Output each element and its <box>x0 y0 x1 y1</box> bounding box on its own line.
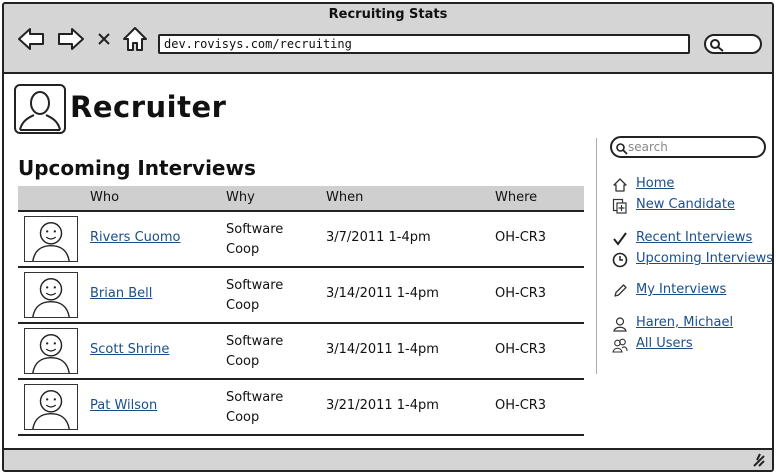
interview-date: 3/14/2011 1-4pm <box>326 342 439 357</box>
search-icon <box>616 143 628 155</box>
home-button[interactable] <box>120 26 150 52</box>
user-silhouette-icon <box>14 84 66 134</box>
search-input[interactable] <box>628 139 758 155</box>
forward-button[interactable] <box>56 26 86 52</box>
reason-line: Software <box>226 222 284 237</box>
clock-icon <box>612 252 628 268</box>
reason-line: Coop <box>226 410 260 425</box>
back-button[interactable] <box>16 26 46 52</box>
interview-date: 3/14/2011 1-4pm <box>326 286 439 301</box>
user-icon <box>613 317 627 332</box>
reason-line: Software <box>226 278 284 293</box>
column-header-who: Who <box>90 190 120 205</box>
reason-line: Software <box>226 334 284 349</box>
sidebar-item-label: New Candidate <box>636 197 735 212</box>
window-title: Recruiting Stats <box>328 7 448 22</box>
interview-reason: Software Coop <box>226 332 306 372</box>
resize-grip-icon[interactable] <box>750 452 766 468</box>
table-header: Who Why When Where <box>18 186 584 210</box>
search-icon <box>710 39 724 52</box>
section-title: Upcoming Interviews <box>18 156 256 180</box>
interview-date: 3/7/2011 1-4pm <box>326 230 431 245</box>
column-header-why: Why <box>226 190 255 205</box>
candidate-link[interactable]: Scott Shrine <box>90 342 169 357</box>
avatar <box>24 272 78 318</box>
browser-search-button[interactable] <box>704 34 762 54</box>
table-row: Rivers Cuomo Software Coop 3/7/2011 1-4p… <box>18 210 584 266</box>
sidebar-item-label: Upcoming Interviews <box>636 251 773 266</box>
column-header-when: When <box>326 190 364 205</box>
users-icon <box>612 338 628 353</box>
table-bottom-border <box>18 434 584 436</box>
reason-line: Coop <box>226 354 260 369</box>
candidate-link[interactable]: Pat Wilson <box>90 398 157 413</box>
table-row: Scott Shrine Software Coop 3/14/2011 1-4… <box>18 322 584 378</box>
interview-reason: Software Coop <box>226 220 306 260</box>
sidebar-item-label: Recent Interviews <box>636 230 753 245</box>
sidebar-item-label: My Interviews <box>636 282 727 297</box>
app-title: Recruiter <box>70 90 227 124</box>
avatar <box>24 216 78 262</box>
candidate-link[interactable]: Brian Bell <box>90 286 152 301</box>
reason-line: Software <box>226 390 284 405</box>
home-icon <box>613 178 627 192</box>
avatar <box>24 384 78 430</box>
interview-date: 3/21/2011 1-4pm <box>326 398 439 413</box>
avatar <box>24 328 78 374</box>
sidebar-search[interactable] <box>610 136 766 158</box>
candidate-link[interactable]: Rivers Cuomo <box>90 230 180 245</box>
table-row: Pat Wilson Software Coop 3/21/2011 1-4pm… <box>18 378 584 434</box>
browser-titlebar: Recruiting Stats dev.rovisys.com/recruit… <box>4 4 772 74</box>
sidebar-item-label: Home <box>636 176 675 191</box>
interview-location: OH-CR3 <box>495 230 547 245</box>
forward-arrow-icon <box>58 28 84 50</box>
interview-location: OH-CR3 <box>495 398 547 413</box>
add-document-icon <box>612 198 627 214</box>
home-icon <box>123 27 147 51</box>
interview-location: OH-CR3 <box>495 286 547 301</box>
browser-window: Recruiting Stats dev.rovisys.com/recruit… <box>2 2 774 472</box>
reason-line: Coop <box>226 298 260 313</box>
sidebar-divider <box>596 138 597 374</box>
interview-reason: Software Coop <box>226 388 306 428</box>
interview-reason: Software Coop <box>226 276 306 316</box>
reason-line: Coop <box>226 242 260 257</box>
interview-location: OH-CR3 <box>495 342 547 357</box>
back-arrow-icon <box>18 28 44 50</box>
browser-statusbar <box>4 448 772 470</box>
sidebar-item-label: All Users <box>636 336 693 351</box>
column-header-where: Where <box>495 190 538 205</box>
close-x-icon <box>98 33 110 45</box>
checkmark-icon <box>613 232 627 246</box>
pencil-icon <box>614 284 627 297</box>
table-row: Brian Bell Software Coop 3/14/2011 1-4pm… <box>18 266 584 322</box>
sidebar-item-label: Haren, Michael <box>636 315 734 330</box>
stop-button[interactable] <box>94 26 114 52</box>
address-bar[interactable]: dev.rovisys.com/recruiting <box>158 34 690 54</box>
